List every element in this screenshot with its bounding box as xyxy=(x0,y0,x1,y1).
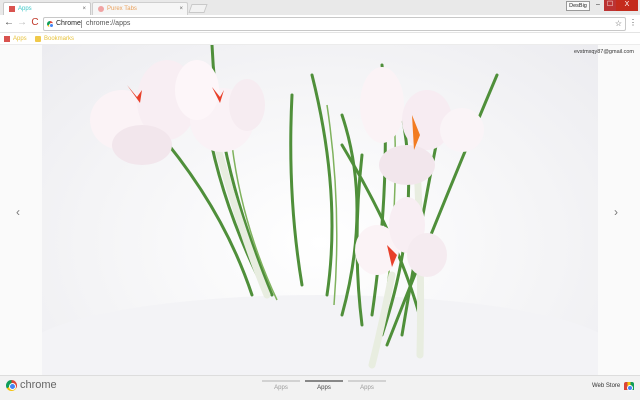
crocus-left xyxy=(90,60,265,165)
bookmark-folder[interactable]: Bookmarks xyxy=(35,33,74,45)
menu-icon[interactable]: ⋮ xyxy=(629,17,637,29)
page-tab[interactable]: Apps xyxy=(262,380,300,398)
omnibox-origin-label: Chrome xyxy=(56,20,81,27)
close-tab-icon[interactable]: × xyxy=(82,3,86,15)
back-button[interactable]: ← xyxy=(3,17,15,29)
page-label: Apps xyxy=(360,385,374,391)
chevron-left-icon[interactable]: ‹ xyxy=(16,205,20,219)
web-store-link[interactable]: Web Store xyxy=(592,383,620,389)
chevron-right-icon[interactable]: › xyxy=(614,205,618,219)
forward-button[interactable]: → xyxy=(16,17,28,29)
page-indicator xyxy=(305,380,343,382)
maximize-button[interactable]: ☐ xyxy=(604,0,616,11)
tab-purex-tabs[interactable]: Purex Tabs × xyxy=(92,2,188,15)
tab-favicon-icon xyxy=(98,6,104,12)
page-indicator xyxy=(262,380,300,382)
bookmark-label: Apps xyxy=(13,36,27,42)
bookmarks-bar: Apps Bookmarks xyxy=(0,33,640,45)
new-tab-button[interactable] xyxy=(188,4,208,13)
page-indicator xyxy=(348,380,386,382)
chrome-wordmark: chrome xyxy=(20,379,57,391)
minimize-button[interactable]: – xyxy=(592,0,604,11)
bookmark-apps[interactable]: Apps xyxy=(4,33,27,45)
profile-button[interactable]: DesBig xyxy=(566,1,590,11)
page-tab[interactable]: Apps xyxy=(348,380,386,398)
apps-page: evstmxqy87@gmail.com ‹ › xyxy=(0,45,640,375)
tab-apps[interactable]: Apps × xyxy=(3,2,91,15)
apps-grid-icon xyxy=(4,36,10,42)
tab-strip: Apps × Purex Tabs × DesBig – ☐ X xyxy=(0,0,640,15)
omnibox-divider xyxy=(81,20,82,28)
bottom-bar: chrome Apps Apps Apps Web Store xyxy=(0,375,640,400)
tab-label: Apps xyxy=(18,6,32,12)
tab-label: Purex Tabs xyxy=(107,6,137,12)
page-label: Apps xyxy=(274,385,288,391)
bookmark-label: Bookmarks xyxy=(44,36,75,42)
close-tab-icon[interactable]: × xyxy=(179,3,183,15)
crocus-flowers-image xyxy=(20,45,620,375)
chrome-icon xyxy=(47,21,54,28)
browser-window: Apps × Purex Tabs × DesBig – ☐ X ← → C C… xyxy=(0,0,640,400)
reload-button[interactable]: C xyxy=(29,17,41,29)
folder-icon xyxy=(35,36,41,42)
close-window-button[interactable]: X xyxy=(616,0,638,11)
background-photo xyxy=(20,45,620,375)
crocus-right xyxy=(360,67,484,185)
page-label: Apps xyxy=(317,385,331,391)
url-text: chrome://apps xyxy=(86,20,131,27)
address-bar[interactable]: Chrome chrome://apps ☆ xyxy=(43,17,626,31)
account-email[interactable]: evstmxqy87@gmail.com xyxy=(574,49,634,55)
toolbar: ← → C Chrome chrome://apps ☆ ⋮ xyxy=(0,15,640,33)
page-tab-active[interactable]: Apps xyxy=(305,380,343,398)
web-store-icon[interactable] xyxy=(624,382,634,391)
apps-grid-icon xyxy=(9,6,15,12)
chrome-logo-icon xyxy=(6,380,17,391)
bookmark-star-icon[interactable]: ☆ xyxy=(615,18,622,30)
page-switcher: Apps Apps Apps xyxy=(262,380,392,398)
